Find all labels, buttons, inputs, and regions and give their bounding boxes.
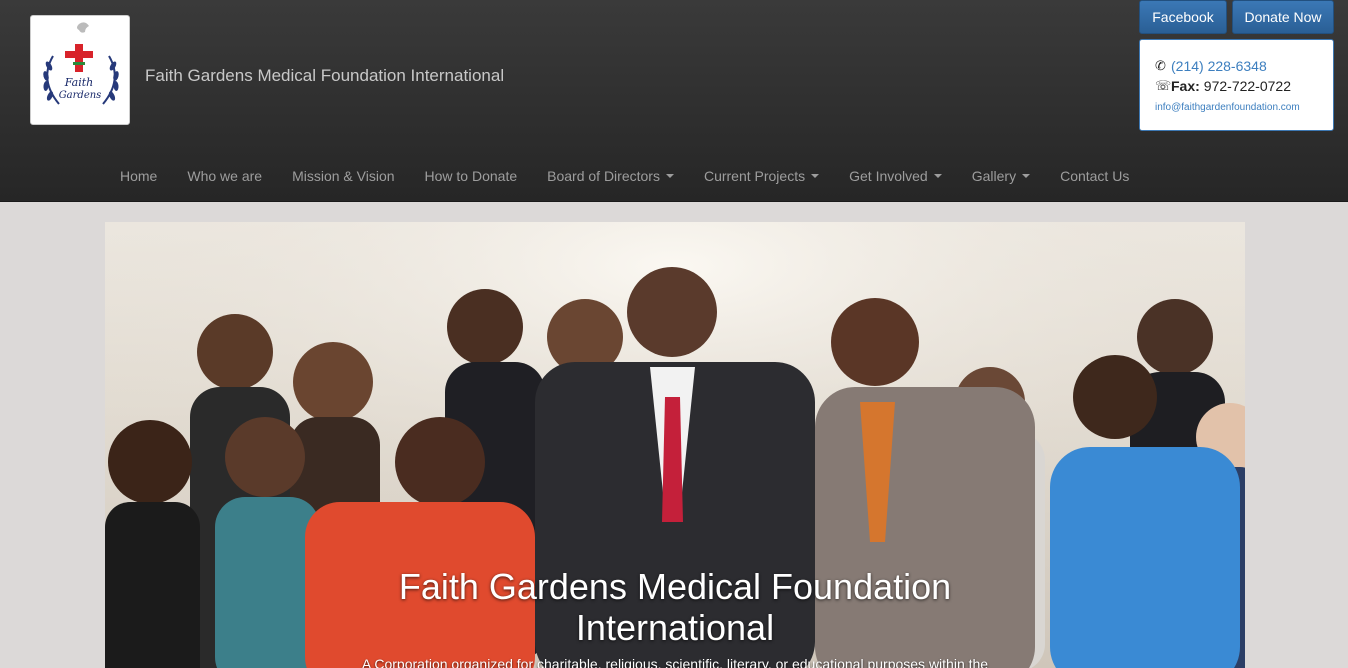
nav-label: Home xyxy=(120,168,158,184)
hero-slider[interactable]: Faith Gardens Medical Foundation Interna… xyxy=(105,222,1245,668)
email-row: info@faithgardenfoundation.com xyxy=(1155,96,1333,116)
nav-label: Current Projects xyxy=(703,168,806,184)
fax-label: Fax: xyxy=(1171,78,1200,94)
hero-title-line2: International xyxy=(575,607,775,648)
main-nav: Home Who we are Mission & Vision How to … xyxy=(105,158,1144,194)
phone-icon: ✆ xyxy=(1155,58,1166,73)
phone-link[interactable]: (214) 228-6348 xyxy=(1171,58,1267,74)
nav-item-how-to-donate[interactable]: How to Donate xyxy=(410,158,533,194)
logo-emblem-icon: Faith Gardens xyxy=(43,22,119,105)
phone-row: ✆ (214) 228-6348 xyxy=(1155,56,1333,76)
caret-down-icon xyxy=(933,174,942,178)
nav-item-gallery[interactable]: Gallery xyxy=(957,158,1045,194)
nav-item-who-we-are[interactable]: Who we are xyxy=(172,158,277,194)
nav-label: Contact Us xyxy=(1060,168,1130,184)
fax-icon: ☏ xyxy=(1155,78,1172,93)
svg-text:Faith: Faith xyxy=(64,76,93,89)
svg-text:Gardens: Gardens xyxy=(59,90,102,101)
hero-title-line1: Faith Gardens Medical Foundation xyxy=(398,566,952,607)
nav-label: Mission & Vision xyxy=(292,168,395,184)
caret-down-icon xyxy=(1022,174,1031,178)
fax-number: 972-722-0722 xyxy=(1203,78,1291,94)
facebook-button[interactable]: Facebook xyxy=(1139,0,1227,34)
hero-title: Faith Gardens Medical Foundation Interna… xyxy=(105,566,1245,648)
nav-item-home[interactable]: Home xyxy=(105,158,172,194)
nav-label: Gallery xyxy=(971,168,1017,184)
logo[interactable]: Faith Gardens xyxy=(30,15,130,125)
donate-now-button[interactable]: Donate Now xyxy=(1232,0,1334,34)
caret-down-icon xyxy=(811,174,820,178)
nav-item-mission-vision[interactable]: Mission & Vision xyxy=(277,158,409,194)
nav-item-current-projects[interactable]: Current Projects xyxy=(689,158,834,194)
nav-item-contact-us[interactable]: Contact Us xyxy=(1045,158,1144,194)
nav-label: How to Donate xyxy=(424,168,518,184)
site-header: Faith Gardens Faith Gardens Medical Foun… xyxy=(0,0,1348,202)
email-link[interactable]: info@faithgardenfoundation.com xyxy=(1155,102,1300,113)
fax-row: ☏ Fax: 972-722-0722 xyxy=(1155,76,1333,96)
site-title[interactable]: Faith Gardens Medical Foundation Interna… xyxy=(145,66,504,86)
nav-item-get-involved[interactable]: Get Involved xyxy=(834,158,957,194)
nav-item-board-of-directors[interactable]: Board of Directors xyxy=(532,158,689,194)
nav-label: Who we are xyxy=(187,168,263,184)
contact-info-box: ✆ (214) 228-6348 ☏ Fax: 972-722-0722 inf… xyxy=(1139,39,1334,131)
nav-label: Get Involved xyxy=(849,168,928,184)
nav-label: Board of Directors xyxy=(547,168,660,184)
hero-caption: A Corporation organized for charitable, … xyxy=(361,656,989,668)
caret-down-icon xyxy=(665,174,674,178)
